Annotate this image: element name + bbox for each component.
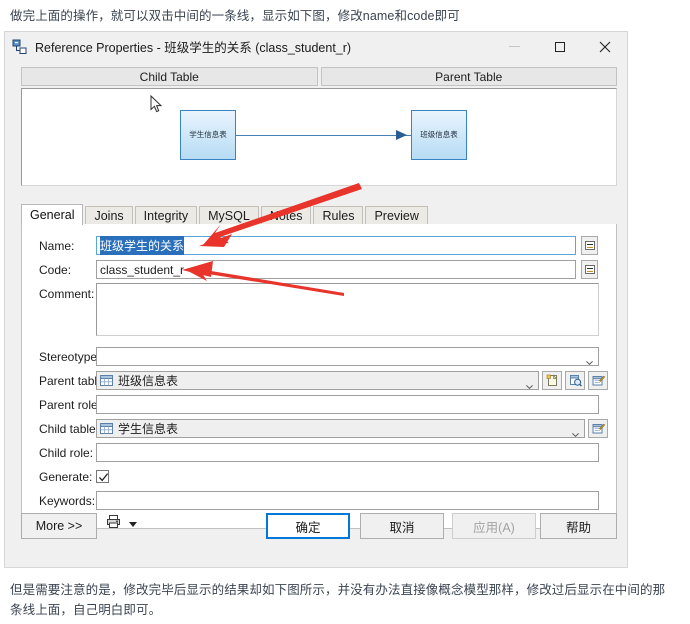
print-split-button[interactable]	[106, 514, 137, 534]
new-object-icon	[546, 374, 557, 386]
mouse-cursor-icon	[150, 94, 163, 114]
outro-paragraph: 但是需要注意的是，修改完毕后显示的结果却如下图所示，并没有办法直接像概念模型那样…	[10, 583, 666, 617]
printer-icon	[106, 514, 121, 534]
name-row: Name: 班级学生的关系	[22, 235, 616, 256]
chevron-down-icon	[572, 426, 579, 438]
tab-preview[interactable]: Preview	[365, 206, 428, 225]
cancel-button[interactable]: 取消	[360, 513, 444, 539]
relationship-arrowhead	[396, 130, 407, 140]
stereotype-row: Stereotype:	[22, 346, 616, 367]
child-table-value: 学生信息表	[118, 422, 179, 436]
tab-strip: General Joins Integrity MySQL Notes Rule…	[21, 204, 617, 226]
child-table-header: Child Table	[21, 67, 318, 86]
parent-table-header: Parent Table	[320, 67, 617, 86]
more-button[interactable]: More >>	[21, 513, 97, 539]
comment-input[interactable]	[96, 283, 599, 336]
browse-object-icon	[569, 375, 582, 387]
page-root: 做完上面的操作，就可以双击中间的一条线，显示如下图，修改name和code即可 …	[0, 0, 690, 624]
tab-integrity[interactable]: Integrity	[134, 206, 198, 225]
name-label: Name:	[39, 238, 75, 253]
generate-label: Generate:	[39, 469, 93, 484]
code-row: Code: class_student_r	[22, 259, 616, 280]
equals-properties-icon	[584, 265, 595, 274]
child-role-label: Child role:	[39, 445, 94, 460]
ok-button[interactable]: 确定	[266, 513, 350, 539]
reference-icon	[12, 39, 28, 55]
parent-table-row: Parent table: 班级信息表	[22, 370, 616, 391]
child-role-input[interactable]	[96, 443, 599, 462]
tab-notes[interactable]: Notes	[260, 206, 312, 225]
parent-table-label: Parent table:	[39, 373, 108, 388]
apply-button: 应用(A)	[452, 513, 536, 539]
parent-create-button[interactable]	[542, 371, 562, 390]
close-button[interactable]	[582, 32, 627, 61]
tab-mysql[interactable]: MySQL	[199, 206, 259, 225]
chevron-down-icon	[526, 378, 533, 390]
code-equals-button[interactable]	[581, 260, 598, 279]
dialog-body: Child Table Parent Table 学生信息表 班级信息表 Gen…	[5, 61, 627, 567]
name-equals-button[interactable]	[581, 236, 598, 255]
child-table-label: Child table:	[39, 421, 100, 436]
tab-joins[interactable]: Joins	[85, 206, 133, 225]
generate-checkbox[interactable]	[96, 470, 109, 483]
comment-row: Comment:	[22, 283, 96, 304]
child-properties-button[interactable]	[588, 419, 608, 438]
equals-properties-icon	[584, 241, 595, 250]
chevron-down-icon	[586, 354, 593, 366]
name-input[interactable]: 班级学生的关系	[96, 236, 576, 255]
child-table-row: Child table: 学生信息表	[22, 418, 616, 439]
parent-role-input[interactable]	[96, 395, 599, 414]
help-button[interactable]: 帮助	[540, 513, 617, 539]
stereotype-label: Stereotype:	[39, 349, 101, 364]
maximize-button[interactable]	[537, 32, 582, 61]
intro-paragraph: 做完上面的操作，就可以双击中间的一条线，显示如下图，修改name和code即可	[10, 9, 460, 23]
code-input[interactable]: class_student_r	[96, 260, 576, 279]
code-label: Code:	[39, 262, 72, 277]
preview-headers: Child Table Parent Table	[21, 67, 617, 86]
object-properties-icon	[592, 423, 605, 434]
parent-properties-button[interactable]	[588, 371, 608, 390]
parent-table-combo[interactable]: 班级信息表	[96, 371, 539, 390]
parent-browse-button[interactable]	[565, 371, 585, 390]
relationship-line	[236, 135, 411, 136]
reference-properties-dialog: Reference Properties - 班级学生的关系 (class_st…	[4, 31, 628, 568]
window-controls	[492, 32, 627, 61]
preview-canvas[interactable]: 学生信息表 班级信息表	[21, 88, 617, 186]
general-tab-panel: Name: 班级学生的关系 Code: class_student_r Comm…	[21, 224, 617, 529]
name-value: 班级学生的关系	[100, 236, 185, 255]
child-role-row: Child role:	[22, 442, 616, 463]
parent-role-label: Parent role:	[39, 397, 102, 412]
dialog-titlebar[interactable]: Reference Properties - 班级学生的关系 (class_st…	[5, 32, 627, 61]
parent-table-value: 班级信息表	[118, 374, 179, 388]
tab-rules[interactable]: Rules	[313, 206, 364, 225]
dialog-title: Reference Properties - 班级学生的关系 (class_st…	[35, 41, 352, 55]
dialog-button-bar: More >> 确定 取消 应用(A) 帮助	[5, 501, 627, 567]
parent-role-row: Parent role:	[22, 394, 616, 415]
stereotype-combo[interactable]	[96, 347, 599, 366]
table-icon	[100, 423, 113, 434]
table-icon	[100, 375, 113, 386]
generate-row: Generate:	[22, 466, 616, 487]
object-properties-icon	[592, 375, 605, 386]
relationship-preview: Child Table Parent Table 学生信息表 班级信息表	[21, 67, 617, 189]
caret-down-icon[interactable]	[129, 521, 137, 527]
child-table-node[interactable]: 学生信息表	[180, 110, 236, 160]
minimize-button[interactable]	[492, 32, 537, 61]
comment-label: Comment:	[39, 286, 95, 301]
parent-table-node[interactable]: 班级信息表	[411, 110, 467, 160]
child-table-combo[interactable]: 学生信息表	[96, 419, 585, 438]
tab-general[interactable]: General	[21, 204, 84, 225]
